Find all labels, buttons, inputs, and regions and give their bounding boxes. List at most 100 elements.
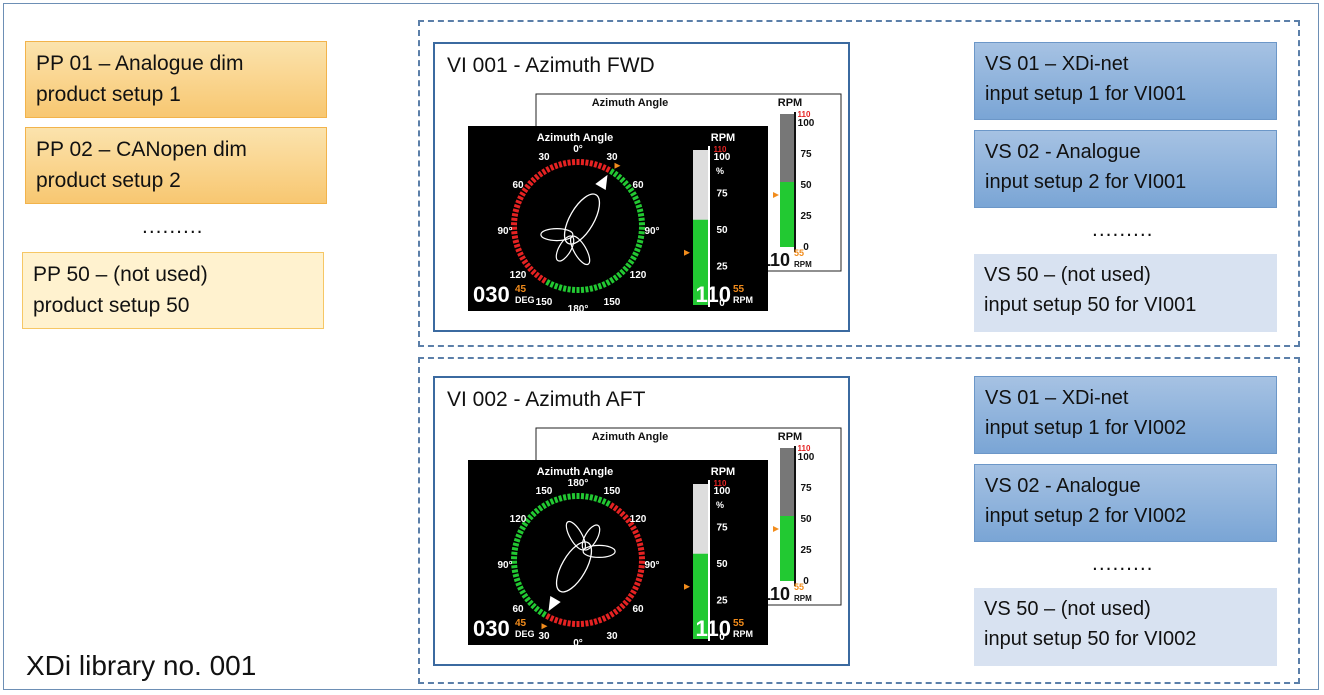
dial-label: 60 (512, 180, 524, 191)
back-rpm-sub: 55 (794, 582, 804, 592)
product-setup-02-subtitle: product setup 2 (36, 169, 181, 192)
front-rpm-tick: 25 (716, 262, 728, 273)
front-rpm-red-tick: 110 (714, 479, 727, 488)
rpm-readout-unit: RPM (733, 629, 753, 639)
product-setup-01-title: PP 01 – Analogue dim (36, 52, 244, 75)
back-rpm-tick: 100 (798, 452, 815, 463)
library-title: XDi library no. 001 (26, 650, 257, 681)
product-setup-02[interactable]: PP 02 – CANopen dim product setup 2 (25, 127, 327, 204)
rpm-readout: 110 (696, 282, 732, 307)
vi-002-setup-02-subtitle: input setup 2 for VI002 (985, 505, 1187, 527)
dial-label: 150 (604, 486, 621, 497)
front-rpm-unit: % (716, 166, 724, 176)
vi-001-title: VI 001 - Azimuth FWD (447, 54, 655, 77)
front-rpm-tick: 75 (716, 523, 728, 534)
deg-readout-unit: DEG (515, 295, 535, 305)
dial-label: 30 (538, 631, 550, 642)
dial-label: 120 (510, 514, 527, 525)
deg-readout-sub: 45 (515, 284, 527, 295)
back-rpm-unit: RPM (794, 594, 812, 603)
dial-label: 30 (606, 152, 618, 163)
xdi-display-1: Azimuth Angle RPM1007550250110110 55RPMAzi… (468, 427, 842, 649)
product-setup-01[interactable]: PP 01 – Analogue dim product setup 1 (25, 41, 327, 118)
back-rpm-tick: 75 (800, 149, 812, 160)
product-setup-50-subtitle: product setup 50 (33, 294, 190, 317)
front-display: Azimuth Angle RPM 0° 30 30 60 60 90° 90° 120 120 15… (468, 126, 768, 315)
back-rpm-tick: 25 (800, 545, 812, 556)
front-rpm-unit: % (716, 500, 724, 510)
dial-label: 150 (604, 297, 621, 308)
front-azimuth-label: Azimuth Angle (537, 466, 614, 478)
vi-002-setup-ellipsis: ......... (1092, 552, 1154, 575)
vi-002-panel[interactable]: VI 002 - Azimuth AFT Azimuth Angle RPM 100… (433, 376, 850, 666)
vi-002-title: VI 002 - Azimuth AFT (447, 388, 646, 411)
back-rpm-label: RPM (778, 431, 802, 443)
back-rpm-unit: RPM (794, 260, 812, 269)
product-setup-50[interactable]: PP 50 – (not used) product setup 50 (22, 252, 324, 329)
dial-label: 60 (512, 604, 524, 615)
vi-001-setup-50-title: VS 50 – (not used) (984, 264, 1151, 286)
vi-001-setup-02-title: VS 02 - Analogue (985, 141, 1141, 163)
deg-readout: 030 (473, 282, 510, 307)
rpm-readout-sub: 55 (733, 618, 745, 629)
dial-label: 60 (632, 604, 644, 615)
back-rpm-sub: 55 (794, 248, 804, 258)
dial-label: 150 (536, 297, 553, 308)
vi-002-setup-02-title: VS 02 - Analogue (985, 475, 1141, 497)
dial-label: 120 (630, 270, 647, 281)
dial-label: 30 (606, 631, 618, 642)
vi-002-setup-50[interactable]: VS 50 – (not used) input setup 50 for VI… (974, 588, 1277, 666)
vi-001-setup-50[interactable]: VS 50 – (not used) input setup 50 for VI… (974, 254, 1277, 332)
back-rpm-tick: 50 (800, 514, 812, 525)
back-rpm-tick: 100 (798, 118, 815, 129)
deg-readout-sub: 45 (515, 618, 527, 629)
dial-label: 180° (568, 478, 589, 489)
back-rpm-red-tick: 110 (798, 110, 811, 119)
front-rpm-tick: 25 (716, 596, 728, 607)
dial-label: 150 (536, 486, 553, 497)
back-rpm-tick: 0 (803, 576, 809, 587)
front-rpm-label: RPM (711, 466, 735, 478)
back-azimuth-label: Azimuth Angle (592, 431, 669, 443)
dial-label: 90° (497, 560, 512, 571)
vi-002-setup-01[interactable]: VS 01 – XDi-net input setup 1 for VI002 (974, 376, 1277, 454)
vi-001-setup-02[interactable]: VS 02 - Analogue input setup 2 for VI001 (974, 130, 1277, 208)
vi-001-setup-01-subtitle: input setup 1 for VI001 (985, 83, 1187, 105)
product-setup-02-title: PP 02 – CANopen dim (36, 138, 247, 161)
dial-label: 180° (568, 304, 589, 315)
dial-label: 0° (573, 144, 583, 155)
xdi-display-0: Azimuth Angle RPM 100 75 50 25 0 110 110 55 RPM Azi… (468, 93, 842, 315)
back-rpm-label: RPM (778, 97, 802, 109)
dial-label: 90° (644, 226, 659, 237)
vi-001-setup-01-title: VS 01 – XDi-net (985, 53, 1129, 75)
vi-002-setup-01-subtitle: input setup 1 for VI002 (985, 417, 1187, 439)
vi-001-setup-50-subtitle: input setup 50 for VI001 (984, 294, 1197, 316)
front-rpm-tick: 50 (716, 225, 728, 236)
product-setup-50-title: PP 50 – (not used) (33, 263, 208, 286)
deg-readout: 030 (473, 616, 510, 641)
dial-label: 90° (644, 560, 659, 571)
vi-002-setup-01-title: VS 01 – XDi-net (985, 387, 1129, 409)
rpm-readout-unit: RPM (733, 295, 753, 305)
back-rpm-tick: 50 (800, 180, 812, 191)
vi-001-setup-01[interactable]: VS 01 – XDi-net input setup 1 for VI001 (974, 42, 1277, 120)
front-azimuth-label: Azimuth Angle (537, 132, 614, 144)
vi-001-setup-ellipsis: ......... (1092, 218, 1154, 241)
front-rpm-tick: 75 (716, 189, 728, 200)
dial-label: 30 (538, 152, 550, 163)
vi-001-panel[interactable]: VI 001 - Azimuth FWD Azimuth Angle RPM 100… (433, 42, 850, 332)
front-display: Azimuth Angle RPM 180° 150 150 120 120 90° 90° 60… (468, 460, 768, 649)
vi-001-setup-02-subtitle: input setup 2 for VI001 (985, 171, 1187, 193)
front-rpm-label: RPM (711, 132, 735, 144)
back-rpm-tick: 75 (800, 483, 812, 494)
front-rpm-red-tick: 110 (714, 145, 727, 154)
product-setup-01-subtitle: product setup 1 (36, 83, 181, 106)
back-azimuth-label: Azimuth Angle (592, 97, 669, 109)
dial-label: 60 (632, 180, 644, 191)
back-rpm-tick: 0 (803, 242, 809, 253)
front-rpm-tick: 50 (716, 559, 728, 570)
rpm-readout: 110 (696, 616, 732, 641)
dial-label: 120 (630, 514, 647, 525)
back-rpm-tick: 25 (800, 211, 812, 222)
vi-002-setup-02[interactable]: VS 02 - Analogue input setup 2 for VI002 (974, 464, 1277, 542)
